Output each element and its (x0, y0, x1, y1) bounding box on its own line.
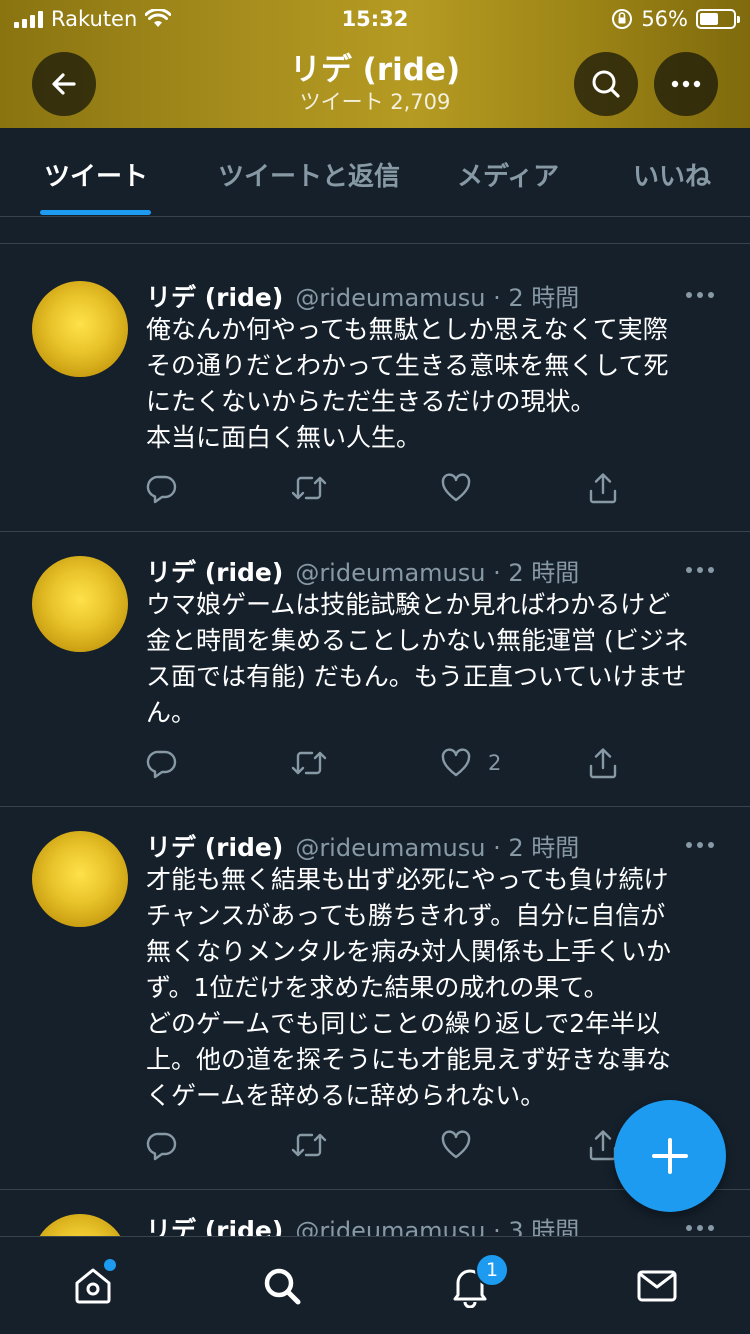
profile-tabs: ツイート ツイートと返信 メディア いいね (0, 128, 750, 217)
share-button[interactable] (586, 743, 620, 783)
active-tab-indicator (40, 210, 151, 215)
plus-icon (652, 1138, 688, 1174)
notifications-badge: 1 (475, 1253, 509, 1287)
nav-messages[interactable] (632, 1261, 682, 1311)
home-unread-dot (104, 1259, 116, 1271)
tweet[interactable]: リデ (ride) @rideumamusu · 2 時間 ウマ娘ゲームは技能試… (0, 553, 750, 805)
avatar[interactable] (32, 831, 128, 927)
tweet-handle-time: @rideumamusu · 2 時間 (295, 834, 580, 862)
nav-explore[interactable] (257, 1261, 307, 1311)
tweet-text: 俺なんか何やっても無駄としか思えなくて実際 その通りだとわかって生きる意味を無く… (146, 315, 669, 452)
retweet-button[interactable] (290, 1125, 328, 1165)
tweet[interactable]: リデ (ride) @rideumamusu · 2 時間 俺なんか何やっても無… (0, 278, 750, 530)
tab-tweets-and-replies[interactable]: ツイートと返信 (218, 156, 400, 193)
tweet-handle-time: @rideumamusu · 3 時間 (295, 1217, 580, 1236)
reply-button[interactable] (146, 468, 178, 508)
share-icon (589, 473, 617, 504)
tweet-text: 才能も無く結果も出ず必死にやっても負け続け チャンスがあっても勝ちきれず。自分に… (146, 865, 672, 1110)
tweet-count: ツイート 2,709 (299, 90, 451, 114)
divider (0, 243, 750, 244)
like-button[interactable]: 2 (440, 743, 501, 783)
like-button[interactable] (440, 468, 488, 508)
tweet-more-icon[interactable] (680, 1213, 720, 1236)
tweet[interactable]: リデ (ride) @rideumamusu · 3 時間 (0, 1211, 750, 1236)
heart-icon (441, 1130, 471, 1159)
search-icon (592, 70, 620, 98)
reply-icon (146, 750, 177, 779)
mail-icon (637, 1270, 677, 1302)
share-button[interactable] (586, 468, 620, 508)
tweet-author-name[interactable]: リデ (ride) (146, 1211, 283, 1236)
search-icon (264, 1268, 301, 1305)
profile-header-banner: Rakuten 15:32 56% リデ (ride) ツイート 2,709 (0, 0, 750, 128)
battery-level (700, 13, 718, 25)
more-options-button[interactable] (654, 52, 718, 116)
avatar[interactable] (32, 1214, 128, 1236)
like-button[interactable] (440, 1125, 488, 1165)
heart-icon (441, 748, 471, 777)
status-bar: Rakuten 15:32 56% (0, 0, 750, 40)
search-button[interactable] (574, 52, 638, 116)
tweet-author-name[interactable]: リデ (ride) (146, 828, 283, 864)
tab-likes[interactable]: いいね (633, 156, 711, 193)
battery-percent: 56% (641, 7, 688, 31)
tab-media[interactable]: メディア (457, 156, 559, 193)
tab-tweets[interactable]: ツイート (44, 156, 148, 193)
retweet-icon (291, 476, 327, 500)
tweet-actions: 2 (146, 743, 626, 783)
tweet-more-icon[interactable] (680, 555, 720, 585)
share-icon (589, 748, 617, 779)
reply-button[interactable] (146, 1125, 178, 1165)
retweet-button[interactable] (290, 743, 328, 783)
divider (0, 531, 750, 532)
retweet-button[interactable] (290, 468, 328, 508)
tweet-author-name[interactable]: リデ (ride) (146, 278, 283, 314)
battery-icon (696, 9, 740, 29)
heart-icon (441, 473, 471, 502)
retweet-icon (291, 751, 327, 775)
tweet-text: ウマ娘ゲームは技能試験とか見ればわかるけど 金と時間を集めることしかない無能運営… (146, 590, 689, 727)
avatar[interactable] (32, 281, 128, 377)
divider (0, 806, 750, 807)
like-count: 2 (488, 751, 502, 775)
reply-icon (146, 1132, 177, 1161)
bottom-navigation: 1 (0, 1236, 750, 1334)
tweet-handle-time: @rideumamusu · 2 時間 (295, 284, 580, 312)
tweet-handle-time: @rideumamusu · 2 時間 (295, 559, 580, 587)
reply-icon (146, 475, 177, 504)
tweet-actions (146, 468, 626, 508)
tweet-more-icon[interactable] (680, 830, 720, 860)
tweet-author-name[interactable]: リデ (ride) (146, 553, 283, 589)
compose-tweet-button[interactable] (614, 1100, 726, 1212)
reply-button[interactable] (146, 743, 178, 783)
more-icon (671, 80, 701, 88)
orientation-lock-icon (612, 9, 633, 29)
nav-home[interactable] (68, 1259, 118, 1311)
nav-notifications[interactable]: 1 (445, 1253, 509, 1311)
tweet-more-icon[interactable] (680, 280, 720, 310)
tweet-actions (146, 1125, 626, 1165)
retweet-icon (291, 1133, 327, 1157)
avatar[interactable] (32, 556, 128, 652)
